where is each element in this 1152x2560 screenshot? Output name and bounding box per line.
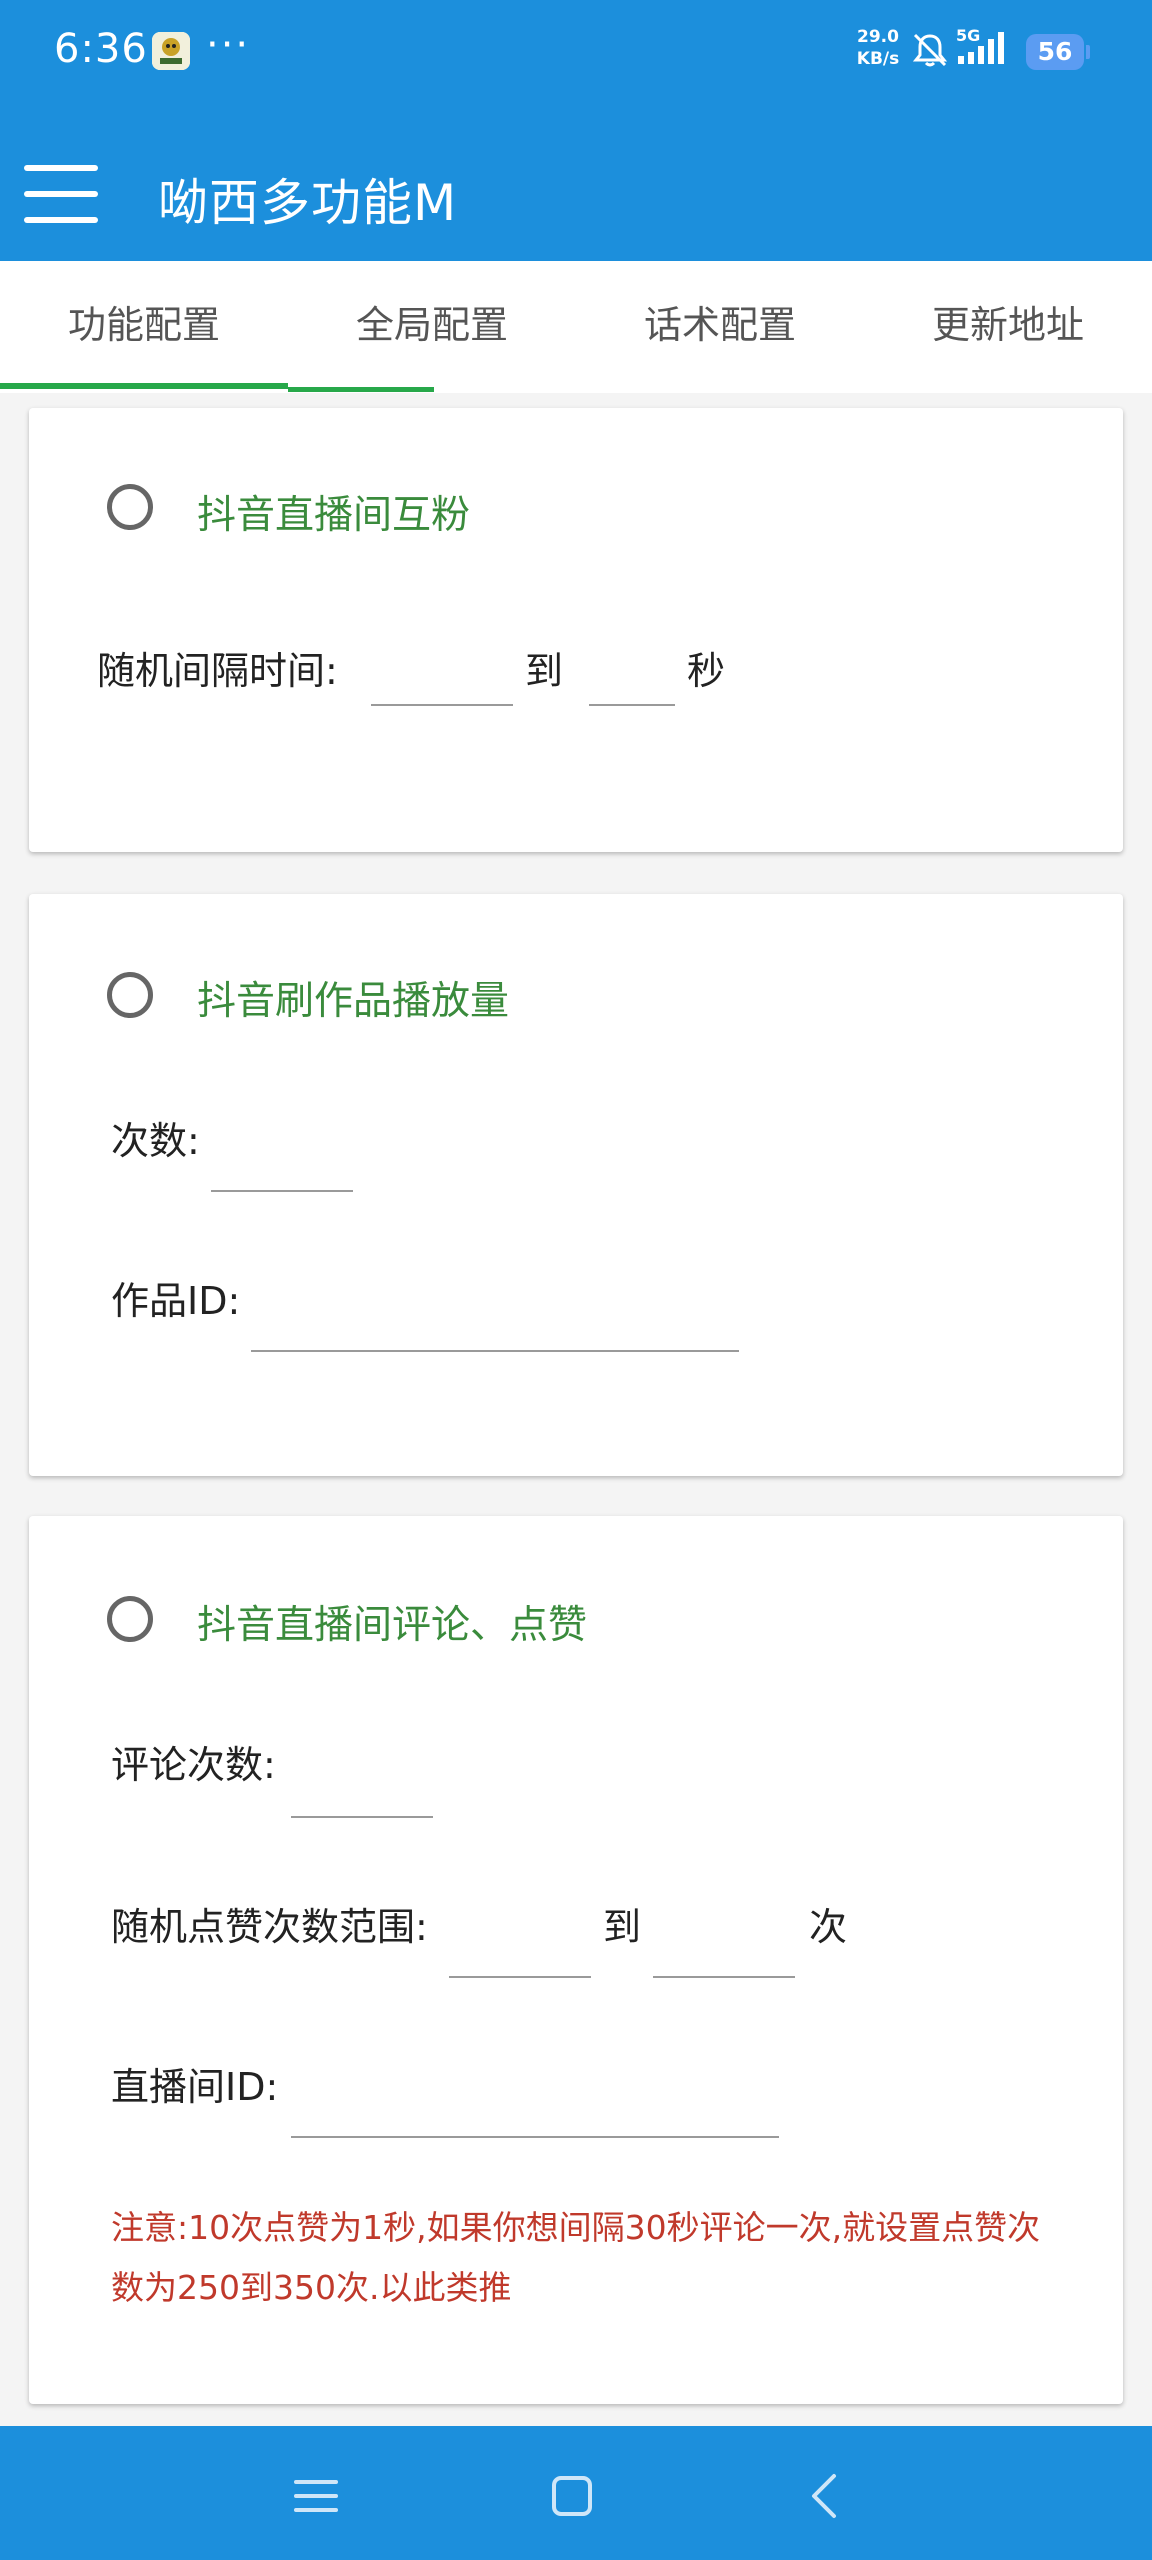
interval-label: 随机间隔时间: bbox=[97, 649, 338, 693]
seconds-label: 秒 bbox=[687, 649, 726, 693]
comment-count-input[interactable] bbox=[291, 1764, 433, 1818]
count-label: 次数: bbox=[111, 1119, 200, 1163]
room-id-input[interactable] bbox=[291, 2084, 779, 2138]
interval-max-input[interactable] bbox=[589, 652, 675, 706]
tab-function-config[interactable]: 功能配置 bbox=[0, 261, 288, 389]
like-max-input[interactable] bbox=[653, 1924, 795, 1978]
radio-play-count[interactable] bbox=[107, 972, 153, 1018]
note-text: 注意:10次点赞为1秒,如果你想间隔30秒评论一次,就设置点赞次数为250到35… bbox=[111, 2208, 1041, 2307]
net-speed-unit: KB/s bbox=[856, 49, 900, 69]
room-id-label: 直播间ID: bbox=[111, 2065, 279, 2109]
battery-indicator: 56 bbox=[1026, 34, 1084, 70]
feature-title: 抖音刷作品播放量 bbox=[197, 979, 510, 1024]
card-play-count: 抖音刷作品播放量 次数: 作品ID: bbox=[29, 894, 1123, 1476]
more-notifications: ··· bbox=[206, 22, 251, 68]
card-live-follow: 抖音直播间互粉 随机间隔时间: 到 秒 bbox=[29, 408, 1123, 852]
like-min-input[interactable] bbox=[449, 1924, 591, 1978]
bell-off-icon bbox=[912, 33, 948, 67]
back-icon[interactable] bbox=[796, 2466, 856, 2526]
times-label: 次 bbox=[809, 1905, 848, 1949]
like-range-label: 随机点赞次数范围: bbox=[111, 1905, 428, 1949]
feature-title: 抖音直播间评论、点赞 bbox=[197, 1603, 588, 1648]
battery-tip bbox=[1086, 45, 1090, 59]
tab-bar: 功能配置 全局配置 话术配置 更新地址 bbox=[0, 261, 1152, 393]
interval-min-input[interactable] bbox=[371, 652, 513, 706]
tab-script-config[interactable]: 话术配置 bbox=[576, 261, 864, 389]
comment-count-label: 评论次数: bbox=[111, 1743, 276, 1787]
feature-title: 抖音直播间互粉 bbox=[197, 493, 471, 538]
radio-comment-like[interactable] bbox=[107, 1596, 153, 1642]
home-icon[interactable] bbox=[542, 2466, 602, 2526]
tab-indicator-transition bbox=[288, 387, 434, 392]
to-label: 到 bbox=[603, 1905, 642, 1949]
tab-update-url[interactable]: 更新地址 bbox=[864, 261, 1152, 389]
to-label: 到 bbox=[525, 649, 564, 693]
work-id-input[interactable] bbox=[251, 1298, 739, 1352]
recents-icon[interactable] bbox=[286, 2466, 346, 2526]
status-time: 6:36 bbox=[54, 26, 148, 72]
status-bar: 6:36 ··· 29.0 KB/s 5G 56 bbox=[0, 0, 1152, 105]
tab-active-indicator bbox=[0, 383, 288, 389]
tab-global-config[interactable]: 全局配置 bbox=[288, 261, 576, 389]
app-bar: 呦西多功能M bbox=[0, 105, 1152, 261]
system-nav-bar bbox=[0, 2426, 1152, 2560]
card-comment-like: 抖音直播间评论、点赞 评论次数: 随机点赞次数范围: 到 次 直播间ID: 注意… bbox=[29, 1516, 1123, 2404]
net-speed-value: 29.0 bbox=[857, 27, 899, 47]
app-notification-icon bbox=[152, 32, 190, 70]
app-title: 呦西多功能M bbox=[158, 174, 458, 232]
radio-live-follow[interactable] bbox=[107, 484, 153, 530]
network-speed: 29.0 KB/s bbox=[848, 26, 908, 70]
signal-bars-icon: 5G bbox=[956, 26, 1016, 70]
play-count-input[interactable] bbox=[211, 1138, 353, 1192]
work-id-label: 作品ID: bbox=[111, 1279, 241, 1323]
hamburger-menu-icon[interactable] bbox=[24, 165, 100, 225]
